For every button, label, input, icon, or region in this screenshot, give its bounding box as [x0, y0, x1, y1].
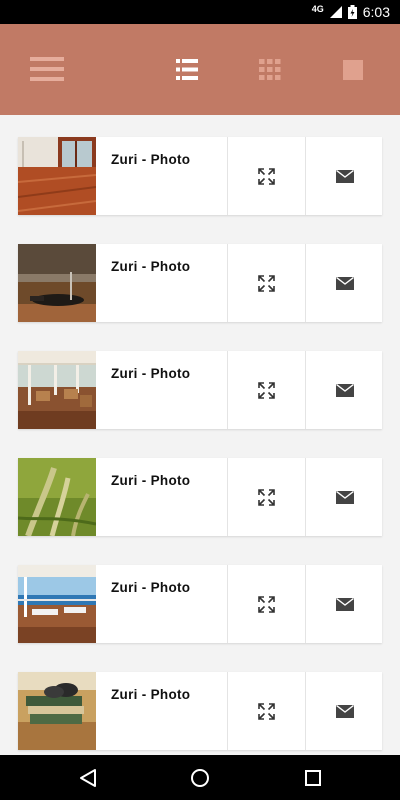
mail-icon: [335, 704, 354, 718]
expand-icon: [258, 381, 275, 399]
list-item[interactable]: Zuri - Photo: [18, 244, 382, 322]
expand-icon: [258, 702, 275, 720]
grid-view-icon[interactable]: [259, 59, 281, 80]
photo-thumbnail[interactable]: [18, 565, 96, 643]
home-icon[interactable]: [189, 767, 211, 789]
photo-title: Zuri - Photo: [111, 473, 191, 488]
photo-thumbnail[interactable]: [18, 351, 96, 429]
toolbar: [0, 24, 400, 115]
list-view-icon[interactable]: [176, 59, 198, 80]
mail-icon: [335, 276, 354, 290]
network-type: 4G: [311, 4, 324, 14]
mail-icon: [335, 490, 354, 504]
navigation-bar: [0, 755, 400, 800]
mail-button[interactable]: [305, 458, 383, 536]
list-item[interactable]: Zuri - Photo: [18, 565, 382, 643]
expand-button[interactable]: [227, 458, 305, 536]
mail-button[interactable]: [305, 137, 383, 215]
photo-title: Zuri - Photo: [111, 687, 191, 702]
recent-apps-icon[interactable]: [302, 767, 324, 789]
battery-icon: [347, 5, 357, 19]
photo-thumbnail[interactable]: [18, 672, 96, 750]
photo-list: Zuri - Photo Zuri - Photo Zuri - Photo Z…: [0, 115, 400, 755]
mail-button[interactable]: [305, 244, 383, 322]
expand-button[interactable]: [227, 351, 305, 429]
photo-thumbnail[interactable]: [18, 244, 96, 322]
mail-icon: [335, 383, 354, 397]
list-item[interactable]: Zuri - Photo: [18, 672, 382, 750]
photo-title: Zuri - Photo: [111, 259, 191, 274]
list-item[interactable]: Zuri - Photo: [18, 351, 382, 429]
single-view-icon[interactable]: [343, 60, 363, 80]
expand-icon: [258, 167, 275, 185]
menu-icon[interactable]: [30, 57, 64, 81]
expand-button[interactable]: [227, 672, 305, 750]
photo-title: Zuri - Photo: [111, 152, 191, 167]
expand-button[interactable]: [227, 244, 305, 322]
mail-button[interactable]: [305, 672, 383, 750]
signal-icon: [329, 6, 342, 18]
photo-title: Zuri - Photo: [111, 366, 191, 381]
back-icon[interactable]: [77, 767, 99, 789]
mail-button[interactable]: [305, 565, 383, 643]
expand-icon: [258, 488, 275, 506]
photo-thumbnail[interactable]: [18, 458, 96, 536]
expand-button[interactable]: [227, 137, 305, 215]
expand-icon: [258, 274, 275, 292]
mail-button[interactable]: [305, 351, 383, 429]
clock: 6:03: [362, 4, 390, 20]
list-item[interactable]: Zuri - Photo: [18, 458, 382, 536]
mail-icon: [335, 597, 354, 611]
expand-icon: [258, 595, 275, 613]
photo-title: Zuri - Photo: [111, 580, 191, 595]
mail-icon: [335, 169, 354, 183]
expand-button[interactable]: [227, 565, 305, 643]
photo-thumbnail[interactable]: [18, 137, 96, 215]
list-item[interactable]: Zuri - Photo: [18, 137, 382, 215]
status-bar: 4G 6:03: [0, 0, 400, 24]
